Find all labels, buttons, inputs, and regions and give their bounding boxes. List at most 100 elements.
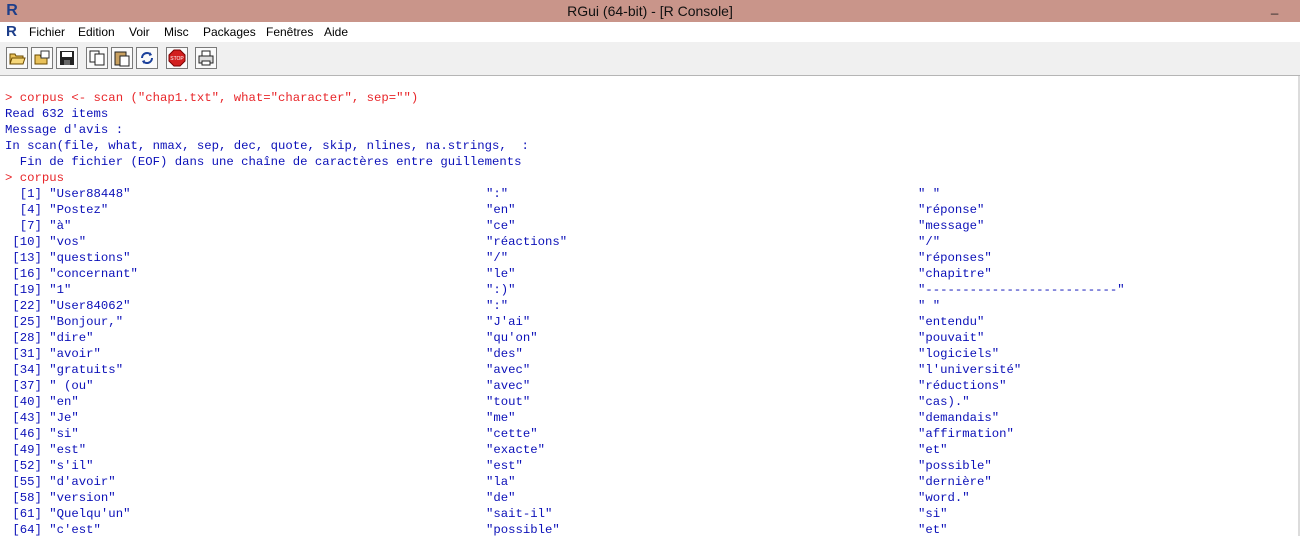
output-cell: "l'université"	[918, 363, 1022, 377]
output-cell: [64] "c'est"	[5, 523, 101, 536]
save-button[interactable]	[56, 47, 78, 69]
output-cell: [31] "avoir"	[5, 347, 101, 361]
output-cell: [13] "questions"	[5, 251, 131, 265]
console-input-line: > corpus	[5, 171, 65, 185]
output-cell: "dernière"	[918, 475, 992, 489]
output-cell: [61] "Quelqu'un"	[5, 507, 131, 521]
output-cell: "/"	[918, 235, 941, 249]
output-cell: "ce"	[486, 219, 516, 233]
output-cell: "réactions"	[486, 235, 568, 249]
output-cell: [10] "vos"	[5, 235, 87, 249]
output-cell: "tout"	[486, 395, 531, 409]
output-cell: "logiciels"	[918, 347, 1000, 361]
svg-text:STOP: STOP	[170, 56, 184, 62]
load-workspace-button[interactable]	[31, 47, 53, 69]
output-cell: "réponses"	[918, 251, 992, 265]
output-cell: [7] "à"	[5, 219, 72, 233]
output-cell: "avec"	[486, 379, 531, 393]
output-cell: [28] "dire"	[5, 331, 94, 345]
output-cell: "cas)."	[918, 395, 970, 409]
output-cell: "affirmation"	[918, 427, 1014, 441]
output-cell: "possible"	[918, 459, 992, 473]
output-cell: "entendu"	[918, 315, 985, 329]
console-output-line: In scan(file, what, nmax, sep, dec, quot…	[5, 139, 529, 153]
console-input-line: > corpus <- scan ("chap1.txt", what="cha…	[5, 91, 419, 105]
output-cell: "si"	[918, 507, 948, 521]
menu-voir[interactable]: Voir	[129, 25, 150, 39]
menu-edition[interactable]: Edition	[78, 25, 115, 39]
output-cell: [49] "est"	[5, 443, 87, 457]
output-cell: "chapitre"	[918, 267, 992, 281]
output-cell: [40] "en"	[5, 395, 79, 409]
stop-button[interactable]: STOP	[166, 47, 188, 69]
r-console[interactable]: > corpus <- scan ("chap1.txt", what="cha…	[0, 76, 1300, 536]
copy-icon	[89, 50, 105, 66]
output-cell: " "	[918, 187, 941, 201]
stop-icon: STOP	[168, 49, 186, 67]
copy-paste-button[interactable]	[136, 47, 158, 69]
output-cell: [1] "User88448"	[5, 187, 131, 201]
output-cell: "pouvait"	[918, 331, 985, 345]
copy-button[interactable]	[86, 47, 108, 69]
output-cell: ":)"	[486, 283, 516, 297]
output-cell: "réponse"	[918, 203, 985, 217]
print-icon	[198, 50, 214, 66]
output-cell: [52] "s'il"	[5, 459, 94, 473]
r-console-icon[interactable]: R	[6, 23, 17, 40]
output-cell: "réductions"	[918, 379, 1007, 393]
output-cell: "message"	[918, 219, 985, 233]
output-cell: "et"	[918, 443, 948, 457]
console-output-line: Fin de fichier (EOF) dans une chaîne de …	[5, 155, 522, 169]
output-cell: "et"	[918, 523, 948, 536]
load-workspace-icon	[34, 50, 50, 65]
output-cell: [16] "concernant"	[5, 267, 138, 281]
open-script-icon	[9, 53, 26, 65]
save-icon	[60, 51, 74, 65]
output-cell: ":"	[486, 299, 509, 313]
menu-aide[interactable]: Aide	[324, 25, 348, 39]
output-cell: [55] "d'avoir"	[5, 475, 116, 489]
print-button[interactable]	[195, 47, 217, 69]
menu-fenetres[interactable]: Fenêtres	[266, 25, 313, 39]
output-cell: [34] "gratuits"	[5, 363, 124, 377]
console-output-line: Read 632 items	[5, 107, 109, 121]
copy-paste-icon	[141, 52, 153, 64]
output-cell: "le"	[486, 267, 516, 281]
console-output-line: Message d'avis :	[5, 123, 124, 137]
output-cell: "word."	[918, 491, 970, 505]
output-cell: [19] "1"	[5, 283, 72, 297]
output-cell: " "	[918, 299, 941, 313]
minimize-button[interactable]: _	[1271, 0, 1278, 15]
output-cell: [22] "User84062"	[5, 299, 131, 313]
toolbar: STOP	[0, 42, 1300, 76]
menu-fichier[interactable]: Fichier	[29, 25, 65, 39]
output-cell: "possible"	[486, 523, 560, 536]
window-title: RGui (64-bit) - [R Console]	[567, 3, 733, 19]
output-cell: "J'ai"	[486, 315, 531, 329]
output-cell: "est"	[486, 459, 523, 473]
menu-misc[interactable]: Misc	[164, 25, 189, 39]
output-cell: "qu'on"	[486, 331, 538, 345]
output-cell: "/"	[486, 251, 509, 265]
open-script-button[interactable]	[6, 47, 28, 69]
output-cell: "des"	[486, 347, 523, 361]
output-cell: "cette"	[486, 427, 538, 441]
output-cell: [25] "Bonjour,"	[5, 315, 124, 329]
output-cell: "--------------------------"	[918, 283, 1125, 297]
output-cell: [4] "Postez"	[5, 203, 109, 217]
menu-packages[interactable]: Packages	[203, 25, 256, 39]
output-cell: "exacte"	[486, 443, 546, 457]
paste-button[interactable]	[111, 47, 133, 69]
title-bar: R RGui (64-bit) - [R Console] _	[0, 0, 1300, 22]
output-cell: [37] " (ou"	[5, 379, 94, 393]
output-cell: "me"	[486, 411, 516, 425]
output-cell: ":"	[486, 187, 509, 201]
output-cell: "avec"	[486, 363, 531, 377]
output-cell: "en"	[486, 203, 516, 217]
output-cell: [58] "version"	[5, 491, 116, 505]
output-cell: [43] "Je"	[5, 411, 79, 425]
menu-bar: R Fichier Edition Voir Misc Packages Fen…	[0, 22, 1300, 43]
output-cell: "la"	[486, 475, 516, 489]
output-cell: "sait-il"	[486, 507, 553, 521]
output-cell: [46] "si"	[5, 427, 79, 441]
